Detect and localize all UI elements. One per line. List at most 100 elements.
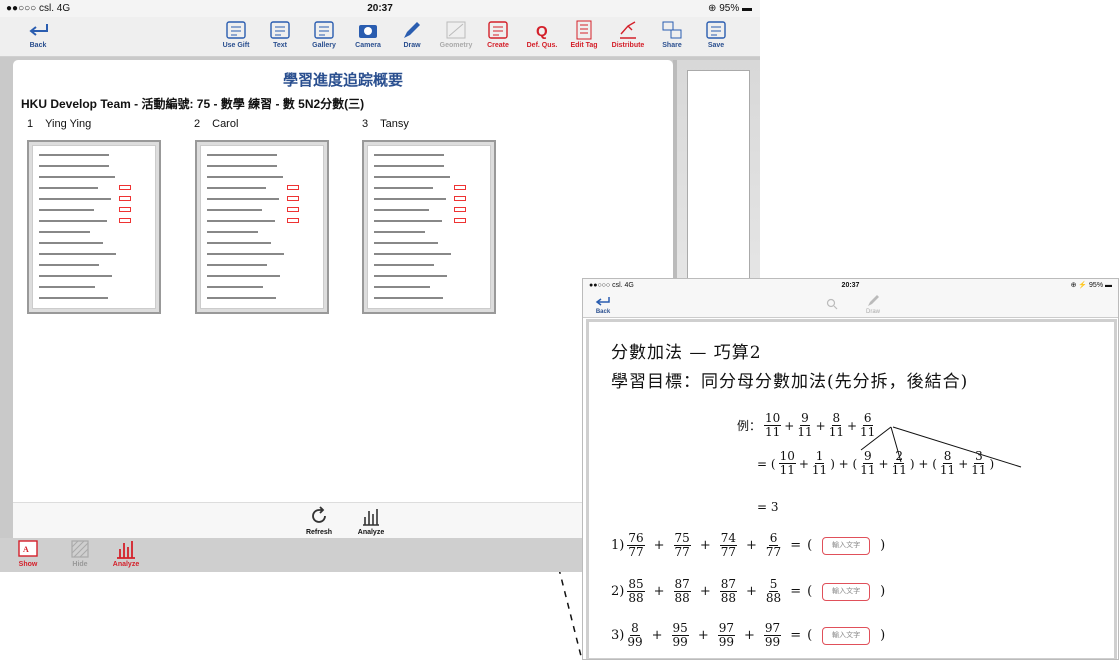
toolbar-item-label: Def. Qus. [526,42,558,49]
answer-input[interactable]: 輸入文字 [822,536,871,555]
refresh-icon [312,506,326,523]
toolbar-distribute-button[interactable]: Distribute [606,20,650,49]
student-name: Ying Ying [45,118,92,130]
thumbnail-line [39,220,107,222]
question-icon: Q [536,23,548,40]
thumbnail-line [374,253,451,255]
back-label: Back [29,42,47,49]
question-3: 3) 8 99 + 95 99 + 97 99 + 97 99 =(輸入文字) [611,621,886,649]
thumbnail-line [39,154,109,156]
toolbar-create-button[interactable]: Create [476,20,520,49]
top-toolbar: Back Use Gift Text Gallery Camera Draw Geomet… [0,17,760,57]
bottom-action-bar: Refresh Analyze [13,502,673,538]
toolbar-geometry-button[interactable]: Geometry [434,20,478,49]
toolbar-item-label: Create [487,42,509,49]
thumbnail-line [207,264,267,266]
page-title: 學習進度追踪概要 [282,72,403,89]
analyze-tab[interactable]: Analyze [106,539,146,568]
thumbnail-line [207,154,277,156]
thumbnail-line [207,286,263,288]
zoom-back-button[interactable]: Back [595,294,611,315]
student-number: 2 [194,118,201,130]
toolbar-text-button[interactable]: Text [258,20,302,49]
thumbnail-line [374,264,434,266]
refresh-button[interactable]: Refresh [299,505,339,536]
thumbnail-line [207,198,279,200]
toolbar-def-qus-button[interactable]: Q Def. Qus. [520,20,564,49]
zoom-status-bar: ●●○○○ csl. 4G 20:37 ⊕ ⚡ 95% ▬ [583,279,1118,292]
thumbnail-line [39,286,95,288]
thumbnail-line [39,198,111,200]
thumbnail-line [374,231,425,233]
toolbar-share-button[interactable]: Share [650,20,694,49]
thumbnail-line [39,275,112,277]
battery-indicator: ⊕ 95% ▬ [708,3,752,14]
thumbnail-line [374,220,442,222]
search-icon[interactable] [826,298,838,310]
thumbnail-line [207,176,283,178]
show-tab[interactable]: A Show [8,539,48,568]
thumbnail-line [374,154,444,156]
pencil-icon [404,22,420,38]
thumbnail-line [374,275,447,277]
question-1: 1) 76 77 + 75 77 + 74 77 + 6 77 =(輸入文字) [611,531,886,559]
thumbnail-line [207,165,277,167]
create-icon [488,21,508,39]
text-icon [270,21,290,39]
zoom-draw-button[interactable]: Draw [866,294,880,315]
thumbnail-line [207,220,275,222]
thumbnail-answer-box [454,207,466,212]
gallery-icon [314,21,334,39]
hide-tab[interactable]: Hide [60,539,100,568]
worksheet-title: 分數加法 — 巧算2 [611,343,762,363]
toolbar-gallery-button[interactable]: Gallery [302,20,346,49]
question-number: 1) [611,538,625,553]
worksheet-thumbnail-2[interactable] [195,140,329,314]
thumbnail-line [39,242,103,244]
clock: 20:37 [367,3,393,14]
thumbnail-line [207,275,280,277]
student-1: 1 Ying Ying [27,118,91,130]
battery-indicator: ⊕ ⚡ 95% ▬ [1070,282,1112,289]
question-number: 3) [611,628,625,643]
toolbar-draw-button[interactable]: Draw [390,20,434,49]
learning-objective: 學習目標：同分母分數加法(先分拆，後結合) [611,372,969,392]
worksheet-thumbnail-1[interactable] [27,140,161,314]
refresh-label: Refresh [305,529,333,536]
toolbar-use-gift-button[interactable]: Use Gift [214,20,258,49]
toolbar-camera-button[interactable]: Camera [346,20,390,49]
hide-icon [71,540,89,558]
analyze-button[interactable]: Analyze [351,505,391,536]
toolbar-edit-tag-button[interactable]: Edit Tag [562,20,606,49]
toolbar-item-label: Save [707,42,725,49]
analyze-label: Analyze [357,529,385,536]
example-label: 例： [737,419,762,433]
toolbar-item-label: Gallery [312,42,336,49]
student-number: 1 [27,118,34,130]
share-icon [662,21,682,39]
thumbnail-line [374,209,429,211]
svg-text:Q: Q [536,23,548,40]
thumbnail-answer-box [119,196,131,201]
thumbnail-line [207,231,258,233]
svg-text:A: A [23,545,29,554]
question-2: 2) 85 88 + 87 88 + 87 88 + 5 88 =(輸入文字) [611,577,886,605]
back-button[interactable]: Back [16,20,60,49]
student-number: 3 [362,118,369,130]
student-3: 3 Tansy [362,118,409,130]
answer-input[interactable]: 輸入文字 [822,626,871,645]
worksheet-thumbnail-3[interactable] [362,140,496,314]
thumbnail-line [374,176,450,178]
thumbnail-line [207,242,271,244]
question-number: 2) [611,584,625,599]
thumbnail-answer-box [287,196,299,201]
thumbnail-answer-box [454,185,466,190]
camera-icon [359,25,377,38]
thumbnail-line [374,198,446,200]
answer-input[interactable]: 輸入文字 [822,582,871,601]
thumbnail-answer-box [119,207,131,212]
thumbnail-line [207,253,284,255]
student-name: Carol [212,118,239,130]
toolbar-item-label: Share [662,42,682,49]
toolbar-save-button[interactable]: Save [694,20,738,49]
